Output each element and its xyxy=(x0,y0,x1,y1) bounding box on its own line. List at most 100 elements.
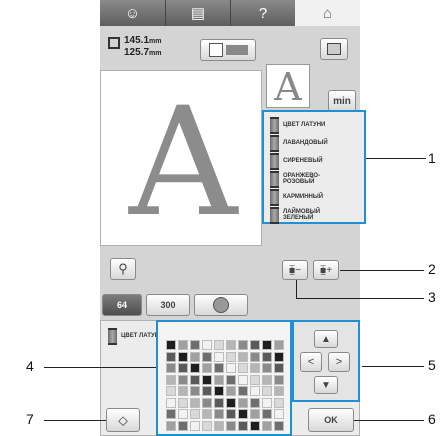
color-swatch[interactable] xyxy=(250,386,260,396)
color-swatch[interactable] xyxy=(202,409,212,419)
color-swatch[interactable] xyxy=(190,374,200,385)
color-swatch[interactable] xyxy=(166,420,176,431)
color-swatch[interactable] xyxy=(214,386,224,396)
color-swatch[interactable] xyxy=(178,374,188,385)
color-swatch[interactable] xyxy=(178,420,188,431)
color-swatch[interactable] xyxy=(226,397,236,408)
color-swatch[interactable] xyxy=(226,386,236,396)
color-swatch[interactable] xyxy=(166,351,176,362)
color-swatch[interactable] xyxy=(166,340,176,350)
color-swatch[interactable] xyxy=(214,397,224,408)
thread-item[interactable]: ЛАВАНДОВЫЙ xyxy=(270,134,358,152)
color-swatch[interactable] xyxy=(250,363,260,373)
color-swatch[interactable] xyxy=(226,363,236,373)
thread-item[interactable]: КАРМИННЫЙ xyxy=(270,188,358,206)
color-swatch[interactable] xyxy=(178,397,188,408)
color-swatch[interactable] xyxy=(262,351,272,362)
color-swatch[interactable] xyxy=(166,386,176,396)
back-button[interactable]: ⬦ xyxy=(106,408,140,432)
color-swatch[interactable] xyxy=(202,340,212,350)
thread-item[interactable]: СИРЕНЕВЫЙ xyxy=(270,152,358,170)
color-swatch[interactable] xyxy=(214,420,224,431)
color-grid[interactable] xyxy=(166,340,286,432)
ok-button[interactable]: OK xyxy=(308,408,354,432)
color-swatch[interactable] xyxy=(214,409,224,419)
color-swatch[interactable] xyxy=(262,340,272,350)
color-swatch[interactable] xyxy=(202,374,212,385)
color-swatch[interactable] xyxy=(202,420,212,431)
color-swatch[interactable] xyxy=(190,351,200,362)
color-swatch[interactable] xyxy=(166,397,176,408)
color-swatch[interactable] xyxy=(226,351,236,362)
color-swatch[interactable] xyxy=(214,340,224,350)
help-icon[interactable]: ? xyxy=(230,0,295,26)
color-swatch[interactable] xyxy=(190,363,200,373)
color-swatch[interactable] xyxy=(178,340,188,350)
thread-color-list[interactable]: ЦВЕТ ЛАТУНИ ЛАВАНДОВЫЙ СИРЕНЕВЫЙ ОРАНЖЕВ… xyxy=(262,110,366,224)
color-swatch[interactable] xyxy=(190,420,200,431)
thread-item[interactable]: ОРАНЖЕВО- РОЗОВЫЙ xyxy=(270,170,358,188)
palette-64-button[interactable]: 64 xyxy=(102,294,142,316)
color-swatch[interactable] xyxy=(214,363,224,373)
thread-item[interactable]: ЦВЕТ ЛАТУНИ xyxy=(270,116,358,134)
color-swatch[interactable] xyxy=(178,363,188,373)
color-swatch[interactable] xyxy=(238,340,248,350)
color-swatch[interactable] xyxy=(226,420,236,431)
thread-sort-plus-button[interactable]: ⧯+ xyxy=(313,260,339,280)
color-swatch[interactable] xyxy=(274,409,284,419)
document-icon[interactable]: ▤ xyxy=(165,0,230,26)
color-swatch[interactable] xyxy=(238,363,248,373)
palette-300-button[interactable]: 300 xyxy=(146,294,190,316)
color-swatch[interactable] xyxy=(190,397,200,408)
color-swatch[interactable] xyxy=(238,409,248,419)
color-swatch[interactable] xyxy=(262,374,272,385)
left-arrow-button[interactable]: < xyxy=(300,352,322,372)
color-swatch[interactable] xyxy=(274,363,284,373)
custom-palette-button[interactable] xyxy=(194,294,248,316)
color-swatch[interactable] xyxy=(262,363,272,373)
color-swatch[interactable] xyxy=(274,386,284,396)
up-arrow-button[interactable]: ▲ xyxy=(314,330,338,348)
color-swatch[interactable] xyxy=(262,409,272,419)
color-swatch[interactable] xyxy=(274,420,284,431)
color-swatch[interactable] xyxy=(226,374,236,385)
color-swatch[interactable] xyxy=(250,397,260,408)
color-swatch[interactable] xyxy=(190,340,200,350)
color-swatch[interactable] xyxy=(202,363,212,373)
color-swatch[interactable] xyxy=(238,351,248,362)
color-swatch[interactable] xyxy=(178,409,188,419)
color-swatch[interactable] xyxy=(190,386,200,396)
thread-sort-minus-button[interactable]: ⧯− xyxy=(282,260,308,280)
color-swatch[interactable] xyxy=(238,386,248,396)
color-swatch[interactable] xyxy=(238,397,248,408)
color-swatch[interactable] xyxy=(238,374,248,385)
color-swatch[interactable] xyxy=(178,386,188,396)
color-swatch[interactable] xyxy=(274,397,284,408)
color-swatch[interactable] xyxy=(250,340,260,350)
color-swatch[interactable] xyxy=(250,409,260,419)
color-swatch[interactable] xyxy=(214,351,224,362)
color-swatch[interactable] xyxy=(226,409,236,419)
thread-item[interactable]: ЛАЙМОВЫЙ ЗЕЛЕНЫЙ xyxy=(270,206,358,224)
color-swatch[interactable] xyxy=(250,374,260,385)
color-swatch[interactable] xyxy=(178,351,188,362)
home-icon[interactable]: ⌂ xyxy=(295,0,360,26)
location-button[interactable]: ⚲ xyxy=(110,258,136,280)
color-swatch[interactable] xyxy=(166,363,176,373)
color-swatch[interactable] xyxy=(250,351,260,362)
color-swatch[interactable] xyxy=(190,409,200,419)
color-swatch[interactable] xyxy=(214,374,224,385)
color-swatch[interactable] xyxy=(226,340,236,350)
color-swatch[interactable] xyxy=(238,420,248,431)
color-swatch[interactable] xyxy=(202,351,212,362)
color-swatch[interactable] xyxy=(262,420,272,431)
color-swatch[interactable] xyxy=(274,340,284,350)
color-swatch[interactable] xyxy=(262,386,272,396)
color-swatch[interactable] xyxy=(166,409,176,419)
color-swatch[interactable] xyxy=(166,374,176,385)
color-swatch[interactable] xyxy=(274,374,284,385)
color-swatch[interactable] xyxy=(250,420,260,431)
embroidery-face-icon[interactable]: ☺ xyxy=(100,0,165,26)
right-arrow-button[interactable]: > xyxy=(328,352,350,372)
frame-size-button[interactable] xyxy=(200,39,256,61)
